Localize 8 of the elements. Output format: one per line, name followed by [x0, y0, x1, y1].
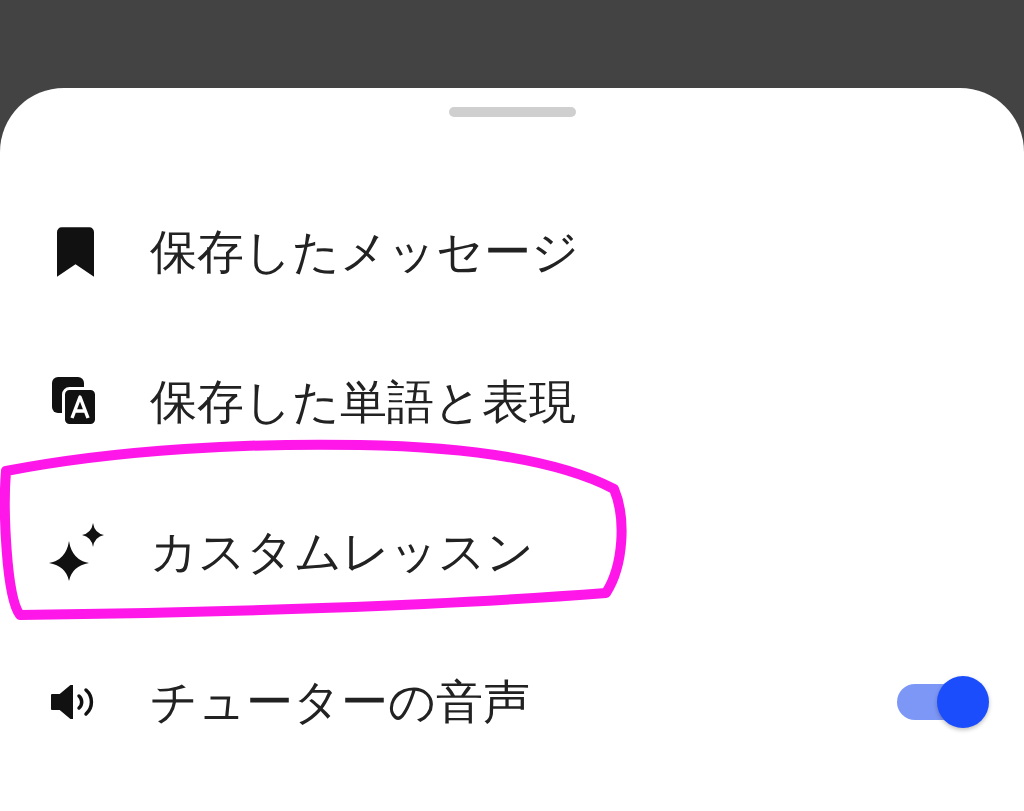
letter-cards-icon: [52, 377, 98, 427]
bookmark-icon: [56, 227, 94, 277]
setting-label: チューターの音声: [150, 673, 530, 731]
menu-item[interactable]: カスタムレッスン: [150, 523, 534, 581]
toggle-switch[interactable]: [897, 676, 989, 728]
drag-handle[interactable]: [448, 107, 576, 117]
menu-item[interactable]: 保存した単語と表現: [150, 373, 576, 431]
menu-item[interactable]: 保存したメッセージ: [150, 223, 579, 281]
